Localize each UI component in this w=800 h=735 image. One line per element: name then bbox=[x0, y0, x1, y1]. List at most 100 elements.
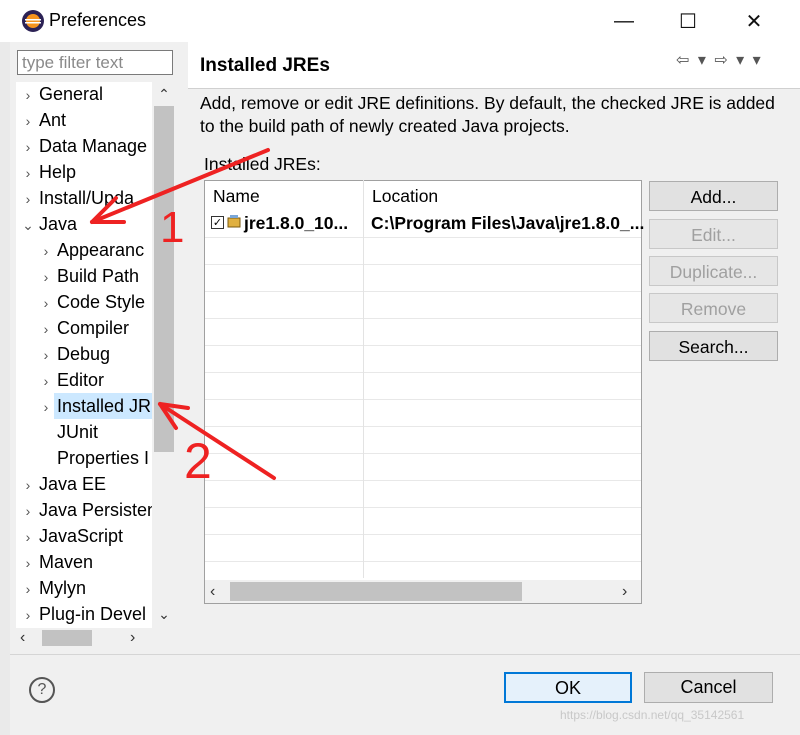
page-description: Add, remove or edit JRE definitions. By … bbox=[200, 93, 775, 136]
scroll-right-icon[interactable]: › bbox=[130, 628, 148, 648]
chevron-right-icon[interactable]: › bbox=[20, 550, 36, 576]
tree-item[interactable]: › Maven bbox=[20, 549, 96, 575]
table-row-empty bbox=[205, 399, 641, 427]
help-icon[interactable]: ? bbox=[29, 677, 55, 703]
chevron-right-icon[interactable]: › bbox=[20, 108, 36, 134]
table-horizontal-scroll-thumb[interactable] bbox=[230, 582, 522, 601]
tree-item[interactable]: › General bbox=[20, 82, 106, 107]
tree-item[interactable]: › Java Persisten bbox=[20, 497, 160, 523]
page-title: Installed JREs bbox=[200, 55, 330, 76]
background-strip bbox=[0, 42, 10, 735]
table-row-empty bbox=[205, 264, 641, 292]
tree-item[interactable]: › Appearanc bbox=[38, 237, 147, 263]
table-row-empty bbox=[205, 480, 641, 508]
table-row-empty bbox=[205, 237, 641, 265]
table-row[interactable]: ✓ jre1.8.0_10... C:\Program Files\Java\j… bbox=[205, 209, 644, 238]
table-row-empty bbox=[205, 426, 641, 454]
tree-vertical-scroll-thumb[interactable] bbox=[154, 106, 174, 452]
tree-item[interactable]: Properties I bbox=[38, 445, 152, 471]
chevron-right-icon[interactable]: › bbox=[20, 186, 36, 212]
tree-item[interactable]: › Help bbox=[20, 159, 79, 185]
tree-item[interactable]: › Data Manage bbox=[20, 133, 150, 159]
scroll-left-icon[interactable]: ‹ bbox=[20, 628, 38, 648]
tree-item-label: Java Persisten bbox=[39, 500, 158, 520]
search-jre-button[interactable]: Search... bbox=[649, 331, 778, 361]
chevron-right-icon[interactable]: › bbox=[38, 290, 54, 316]
watermark: https://blog.csdn.net/qq_35142561 bbox=[560, 708, 745, 722]
tree-item[interactable]: › JavaScript bbox=[20, 523, 126, 549]
chevron-right-icon[interactable]: › bbox=[38, 342, 54, 368]
chevron-down-icon[interactable]: ⌄ bbox=[20, 212, 36, 238]
tree-item-label: Mylyn bbox=[39, 578, 87, 598]
tree-item-label: Java EE bbox=[39, 474, 107, 494]
remove-jre-button[interactable]: Remove bbox=[649, 293, 778, 323]
filter-input[interactable] bbox=[17, 50, 173, 75]
table-row-empty bbox=[205, 345, 641, 373]
tree-item[interactable]: › Compiler bbox=[38, 315, 132, 341]
chevron-right-icon[interactable]: › bbox=[38, 368, 54, 394]
edit-jre-button[interactable]: Edit... bbox=[649, 219, 778, 249]
tree-item-label: Installed JR bbox=[54, 393, 155, 419]
tree-item[interactable]: › Mylyn bbox=[20, 575, 89, 601]
close-button[interactable]: ✕ bbox=[722, 0, 786, 42]
jre-name: jre1.8.0_10... bbox=[244, 213, 349, 233]
chevron-right-icon[interactable]: › bbox=[20, 524, 36, 550]
jre-library-icon bbox=[227, 214, 241, 230]
add-jre-button[interactable]: Add... bbox=[649, 181, 778, 211]
tree-item-label: Properties I bbox=[57, 448, 150, 468]
tree-item[interactable]: › Install/Upda bbox=[20, 185, 137, 211]
tree-item-label: Build Path bbox=[57, 266, 140, 286]
column-header-name[interactable]: Name bbox=[205, 181, 364, 209]
duplicate-jre-button[interactable]: Duplicate... bbox=[649, 256, 778, 286]
table-row-empty bbox=[205, 507, 641, 535]
column-header-location[interactable]: Location bbox=[364, 181, 641, 209]
installed-jres-label: Installed JREs: bbox=[204, 154, 321, 174]
maximize-button[interactable]: ☐ bbox=[656, 0, 720, 42]
minimize-button[interactable]: — bbox=[592, 0, 656, 42]
tree-item[interactable]: › Plug-in Devel bbox=[20, 601, 149, 627]
tree-item[interactable]: › Editor bbox=[38, 367, 107, 393]
cancel-button[interactable]: Cancel bbox=[644, 672, 773, 703]
tree-item[interactable]: › Debug bbox=[38, 341, 113, 367]
checkbox-checked-icon[interactable]: ✓ bbox=[211, 216, 224, 229]
chevron-right-icon[interactable]: › bbox=[38, 238, 54, 264]
chevron-right-icon[interactable]: › bbox=[20, 160, 36, 186]
window-title: Preferences bbox=[49, 10, 147, 30]
chevron-right-icon[interactable]: › bbox=[38, 316, 54, 342]
tree-item[interactable]: › Code Style bbox=[38, 289, 148, 315]
tree-item[interactable]: JUnit bbox=[38, 419, 101, 445]
chevron-right-icon[interactable]: › bbox=[20, 576, 36, 602]
scroll-left-icon[interactable]: ‹ bbox=[210, 582, 226, 601]
tree-horizontal-scrollbar[interactable] bbox=[16, 628, 176, 648]
table-row-empty bbox=[205, 534, 641, 562]
tree-item-label: Debug bbox=[57, 344, 111, 364]
ok-button[interactable]: OK bbox=[504, 672, 632, 703]
tree-item[interactable]: › Installed JR bbox=[38, 393, 155, 420]
eclipse-app-icon bbox=[22, 10, 44, 32]
scroll-down-icon[interactable]: ⌄ bbox=[154, 604, 174, 624]
tree-item[interactable]: ⌄ Java bbox=[20, 211, 80, 237]
chevron-right-icon[interactable]: › bbox=[38, 394, 54, 420]
tree-item-label: JUnit bbox=[57, 422, 99, 442]
history-navigation-icons[interactable]: ⇦ ▾ ⇨ ▾ ▾ bbox=[676, 50, 763, 70]
tree-item[interactable]: › Java EE bbox=[20, 471, 109, 497]
tree-item-label: Data Manage bbox=[39, 136, 148, 156]
tree-item-label: Plug-in Devel bbox=[39, 604, 147, 624]
chevron-right-icon[interactable]: › bbox=[20, 498, 36, 524]
chevron-right-icon[interactable]: › bbox=[20, 602, 36, 628]
tree-item-label: Appearanc bbox=[57, 240, 145, 260]
tree-item-label: Ant bbox=[39, 110, 67, 130]
chevron-right-icon[interactable]: › bbox=[38, 264, 54, 290]
tree-item-label: Install/Upda bbox=[39, 188, 135, 208]
scroll-right-icon[interactable]: › bbox=[622, 582, 638, 601]
scroll-up-icon[interactable]: ⌃ bbox=[154, 84, 174, 104]
tree-item[interactable]: › Build Path bbox=[38, 263, 142, 289]
tree-item-label: Code Style bbox=[57, 292, 146, 312]
chevron-right-icon[interactable]: › bbox=[20, 134, 36, 160]
tree-horizontal-scroll-thumb[interactable] bbox=[42, 630, 92, 646]
tree-item[interactable]: › Ant bbox=[20, 107, 69, 133]
chevron-right-icon[interactable]: › bbox=[20, 82, 36, 108]
chevron-right-icon[interactable]: › bbox=[20, 472, 36, 498]
table-row-empty bbox=[205, 372, 641, 400]
column-divider[interactable] bbox=[363, 180, 364, 578]
